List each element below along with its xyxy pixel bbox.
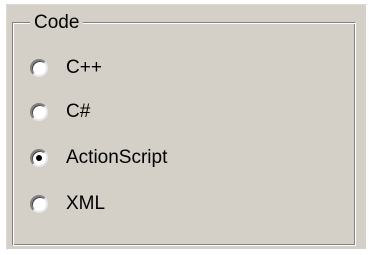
radio-unchecked-icon[interactable] [30, 59, 48, 77]
radio-option-actionscript[interactable]: ActionScript [30, 146, 167, 170]
radio-unchecked-icon[interactable] [30, 195, 48, 213]
radio-label-actionscript[interactable]: ActionScript [66, 147, 167, 169]
radio-label-cpp[interactable]: C++ [66, 57, 102, 79]
radio-option-cpp[interactable]: C++ [30, 56, 102, 80]
radio-dot-icon [36, 155, 42, 161]
radio-option-xml[interactable]: XML [30, 192, 105, 216]
radio-checked-icon[interactable] [30, 149, 48, 167]
radio-option-csharp[interactable]: C# [30, 100, 90, 124]
groupbox-title: Code [30, 12, 84, 34]
radio-unchecked-icon[interactable] [30, 103, 48, 121]
radio-label-xml[interactable]: XML [66, 193, 105, 215]
radio-label-csharp[interactable]: C# [66, 101, 90, 123]
